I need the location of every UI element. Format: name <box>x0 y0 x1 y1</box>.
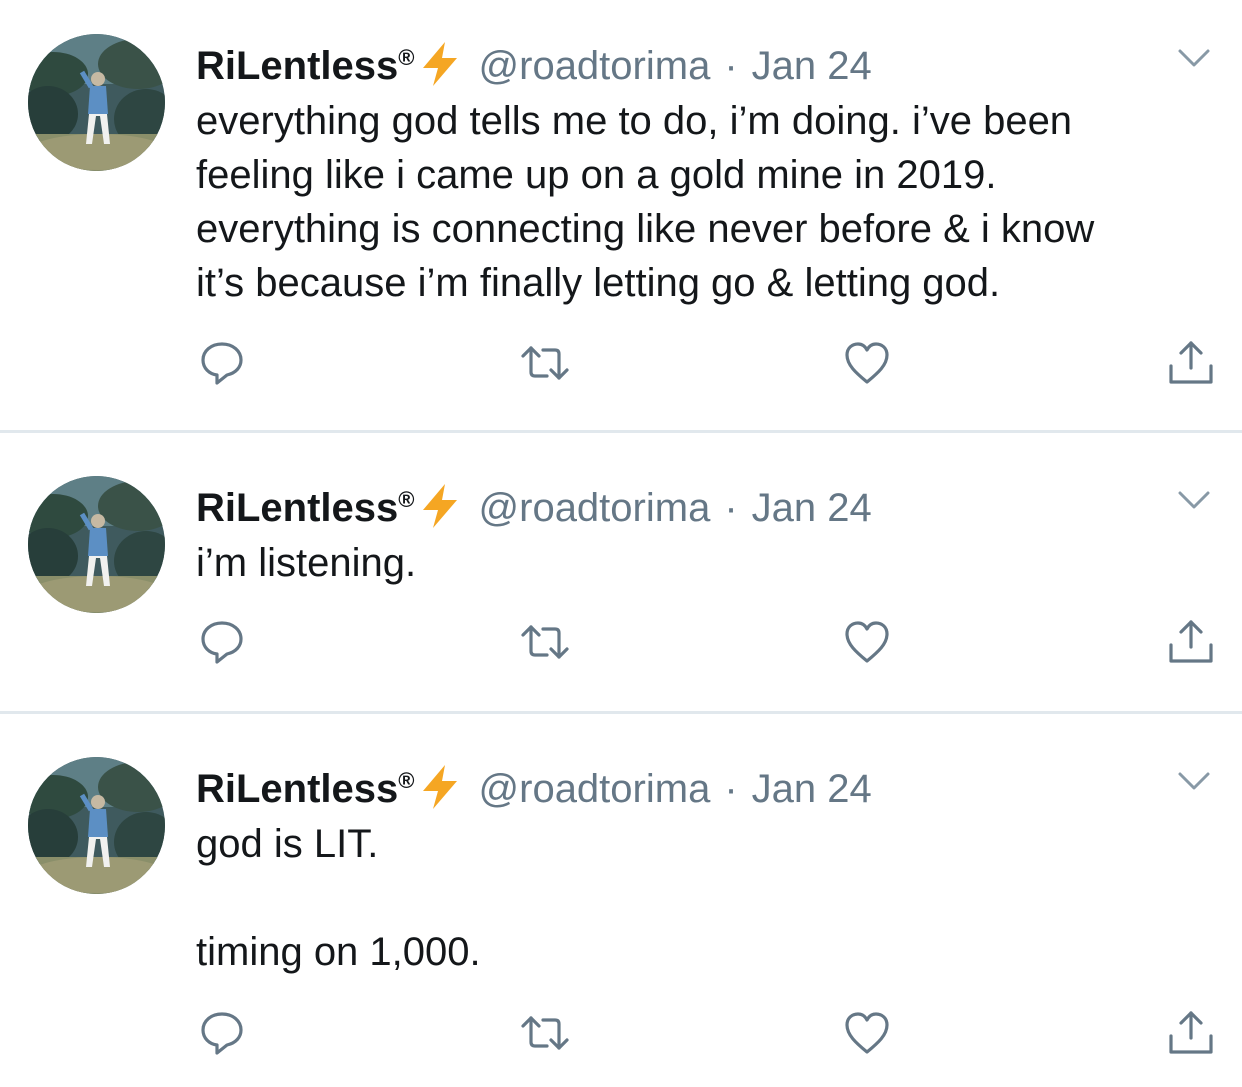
tweet-text: i’m listening. <box>196 536 416 590</box>
tweet[interactable]: RiLentless® @roadtorima · Jan 24 i’m listen… <box>0 433 1242 711</box>
heart-icon <box>842 617 892 667</box>
retweet-arrows-icon <box>520 338 570 388</box>
tweet[interactable]: RiLentless® @roadtorima · Jan 24 everything… <box>0 0 1242 430</box>
tweet-actions <box>0 1008 1242 1058</box>
speech-bubble-icon <box>197 1008 247 1058</box>
share-upload-icon <box>1166 338 1216 388</box>
avatar-image <box>28 476 165 613</box>
tweet-actions <box>0 338 1242 388</box>
tweet-text-line: god is LIT. <box>196 822 379 866</box>
avatar-image <box>28 34 165 171</box>
registered-mark: ® <box>398 487 415 512</box>
tweet-text: god is LIT. timing on 1,000. <box>196 817 481 979</box>
share-button[interactable] <box>1166 1008 1216 1058</box>
tweet-text-line: i’m listening. <box>196 541 417 585</box>
user-handle[interactable]: @roadtorima <box>479 44 711 88</box>
tweet-date[interactable]: Jan 24 <box>752 44 872 88</box>
share-button[interactable] <box>1166 338 1216 388</box>
reply-button[interactable] <box>197 617 247 667</box>
avatar[interactable] <box>28 34 165 171</box>
display-name[interactable]: RiLentless <box>196 767 398 811</box>
separator-dot: · <box>724 767 738 811</box>
like-button[interactable] <box>842 617 892 667</box>
share-upload-icon <box>1166 1008 1216 1058</box>
separator-dot: · <box>724 486 738 530</box>
lightning-bolt-icon <box>419 483 461 529</box>
chevron-down-icon[interactable] <box>1176 482 1212 518</box>
tweet-header: RiLentless® @roadtorima · Jan 24 <box>196 34 872 90</box>
like-button[interactable] <box>842 338 892 388</box>
tweet-actions <box>0 617 1242 667</box>
tweet-text-line: everything god tells me to do, i’m doing… <box>196 99 1073 143</box>
user-handle[interactable]: @roadtorima <box>479 486 711 530</box>
share-upload-icon <box>1166 617 1216 667</box>
retweet-button[interactable] <box>520 1008 570 1058</box>
share-button[interactable] <box>1166 617 1216 667</box>
like-button[interactable] <box>842 1008 892 1058</box>
tweet-text-line: it’s because i’m finally letting go & le… <box>196 261 1001 305</box>
registered-mark: ® <box>398 768 415 793</box>
tweet-text-line: timing on 1,000. <box>196 930 481 974</box>
separator-dot: · <box>724 44 738 88</box>
user-handle[interactable]: @roadtorima <box>479 767 711 811</box>
speech-bubble-icon <box>197 617 247 667</box>
retweet-button[interactable] <box>520 617 570 667</box>
lightning-bolt-icon <box>419 764 461 810</box>
display-name[interactable]: RiLentless <box>196 44 398 88</box>
retweet-arrows-icon <box>520 617 570 667</box>
avatar[interactable] <box>28 757 165 894</box>
tweet-text-line: feeling like i came up on a gold mine in… <box>196 153 997 197</box>
reply-button[interactable] <box>197 338 247 388</box>
heart-icon <box>842 338 892 388</box>
tweet-text-line: everything is connecting like never befo… <box>196 207 1095 251</box>
tweet-header: RiLentless® @roadtorima · Jan 24 <box>196 757 872 813</box>
tweet-date[interactable]: Jan 24 <box>752 767 872 811</box>
chevron-down-icon[interactable] <box>1176 763 1212 799</box>
tweet-date[interactable]: Jan 24 <box>752 486 872 530</box>
chevron-down-icon[interactable] <box>1176 40 1212 76</box>
tweet-text: everything god tells me to do, i’m doing… <box>196 94 1094 310</box>
registered-mark: ® <box>398 45 415 70</box>
lightning-bolt-icon <box>419 41 461 87</box>
display-name[interactable]: RiLentless <box>196 486 398 530</box>
tweet-header: RiLentless® @roadtorima · Jan 24 <box>196 476 872 532</box>
avatar-image <box>28 757 165 894</box>
tweet[interactable]: RiLentless® @roadtorima · Jan 24 god is LIT… <box>0 714 1242 1087</box>
retweet-arrows-icon <box>520 1008 570 1058</box>
heart-icon <box>842 1008 892 1058</box>
speech-bubble-icon <box>197 338 247 388</box>
retweet-button[interactable] <box>520 338 570 388</box>
reply-button[interactable] <box>197 1008 247 1058</box>
avatar[interactable] <box>28 476 165 613</box>
